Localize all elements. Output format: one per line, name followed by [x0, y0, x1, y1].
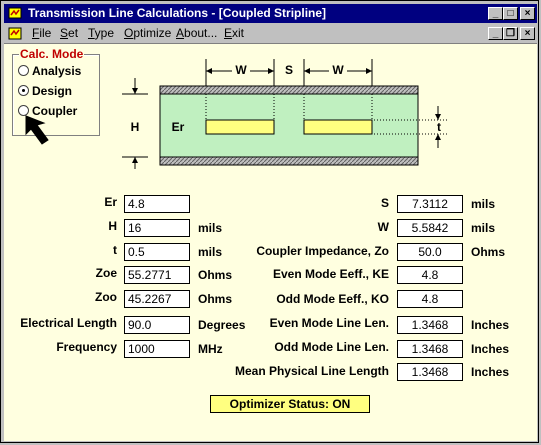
minimize-icon: _	[492, 28, 499, 39]
stripline-diagram: W S W Er H t	[122, 59, 448, 169]
frequency-unit: MHz	[198, 342, 223, 356]
maximize-icon: □	[507, 8, 514, 19]
app-window: Transmission Line Calculations - [Couple…	[0, 0, 539, 443]
electrical-length-label: Electrical Length	[20, 316, 117, 330]
window-title: Transmission Line Calculations - [Couple…	[28, 6, 327, 20]
doc-close-button[interactable]: ×	[520, 27, 535, 40]
w-output[interactable]: 5.5842	[397, 219, 463, 237]
odd-mode-line-len-unit: Inches	[471, 342, 510, 356]
mean-physical-line-length-unit: Inches	[471, 365, 510, 379]
frequency-label: Frequency	[56, 340, 117, 354]
doc-icon[interactable]	[8, 27, 22, 40]
coupler-impedance-input[interactable]: 50.0	[397, 243, 463, 261]
coupler-impedance-unit: Ohms	[471, 245, 506, 259]
zoe-input[interactable]: 55.2771	[124, 266, 190, 284]
h-input[interactable]: 16	[124, 219, 190, 237]
even-mode-line-len-output[interactable]: 1.3468	[397, 316, 463, 334]
substrate	[159, 93, 419, 158]
er-label: Er	[172, 120, 185, 134]
close-icon: ×	[524, 28, 531, 39]
er-field-label: Er	[104, 195, 117, 209]
even-mode-eeff-output[interactable]: 4.8	[397, 266, 463, 284]
w-field-label: W	[377, 220, 389, 234]
menu-optimize[interactable]: Optimize	[124, 26, 171, 40]
calc-mode-title: Calc. Mode	[19, 47, 85, 61]
minimize-button[interactable]: _	[488, 7, 503, 20]
odd-mode-eeff-output[interactable]: 4.8	[397, 290, 463, 308]
strip-1	[205, 119, 275, 135]
optimizer-status: Optimizer Status: ON	[210, 395, 370, 413]
s-output[interactable]: 7.3112	[397, 195, 463, 213]
zoe-unit: Ohms	[198, 268, 233, 282]
restore-icon: ❐	[506, 28, 515, 39]
odd-mode-eeff-label: Odd Mode Eeff., KO	[276, 292, 389, 306]
doc-restore-button[interactable]: ❐	[503, 27, 518, 40]
h-unit: mils	[198, 221, 223, 235]
zoo-field-label: Zoo	[95, 290, 117, 304]
zoo-unit: Ohms	[198, 292, 233, 306]
zoe-field-label: Zoe	[95, 266, 117, 280]
zoo-input[interactable]: 45.2267	[124, 290, 190, 308]
odd-mode-line-len-label: Odd Mode Line Len.	[274, 340, 389, 354]
radio-design-circle[interactable]	[18, 85, 29, 96]
t-unit: mils	[198, 245, 223, 259]
title-bar[interactable]: Transmission Line Calculations - [Couple…	[4, 4, 537, 23]
t-input[interactable]: 0.5	[124, 243, 190, 261]
coupler-impedance-label: Coupler Impedance, Zo	[256, 244, 389, 258]
w2-label: W	[332, 63, 344, 77]
menu-exit[interactable]: Exit	[224, 26, 244, 40]
app-icon	[8, 7, 22, 19]
menu-type[interactable]: Type	[88, 26, 114, 40]
maximize-button[interactable]: □	[503, 7, 518, 20]
s-unit: mils	[471, 197, 496, 211]
h-label: H	[131, 120, 140, 134]
w-unit: mils	[471, 221, 496, 235]
radio-analysis-circle[interactable]	[18, 65, 29, 76]
frequency-input[interactable]: 1000	[124, 340, 190, 358]
radio-design[interactable]: Design	[18, 84, 72, 98]
menu-bar: File Set Type Optimize About... Exit _ ❐…	[4, 24, 537, 43]
strip-2	[303, 119, 373, 135]
er-input[interactable]: 4.8	[124, 195, 190, 213]
w1-label: W	[235, 63, 247, 77]
s-label: S	[285, 63, 293, 77]
menu-file[interactable]: File	[32, 26, 51, 40]
odd-mode-line-len-output[interactable]: 1.3468	[397, 340, 463, 358]
menu-about[interactable]: About...	[176, 26, 217, 40]
close-icon: ×	[524, 8, 531, 19]
s-field-label: S	[380, 196, 389, 210]
main-panel: Calc. Mode Analysis Design Coupler W S W…	[4, 43, 537, 441]
t-label: t	[437, 120, 441, 134]
minimize-icon: _	[492, 8, 499, 19]
even-mode-line-len-unit: Inches	[471, 318, 510, 332]
top-ground-plane	[159, 85, 419, 95]
even-mode-line-len-label: Even Mode Line Len.	[269, 316, 389, 330]
mean-physical-line-length-output[interactable]: 1.3468	[397, 363, 463, 381]
electrical-length-input[interactable]: 90.0	[124, 316, 190, 334]
close-button[interactable]: ×	[520, 7, 535, 20]
mean-physical-line-length-label: Mean Physical Line Length	[234, 364, 389, 378]
menu-set[interactable]: Set	[60, 26, 78, 40]
radio-analysis[interactable]: Analysis	[18, 64, 81, 78]
electrical-length-unit: Degrees	[198, 318, 246, 332]
bottom-ground-plane	[159, 156, 419, 166]
mouse-cursor-icon	[25, 115, 49, 145]
doc-minimize-button[interactable]: _	[488, 27, 503, 40]
h-field-label: H	[108, 219, 117, 233]
t-field-label: t	[113, 243, 117, 257]
even-mode-eeff-label: Even Mode Eeff., KE	[272, 267, 389, 281]
